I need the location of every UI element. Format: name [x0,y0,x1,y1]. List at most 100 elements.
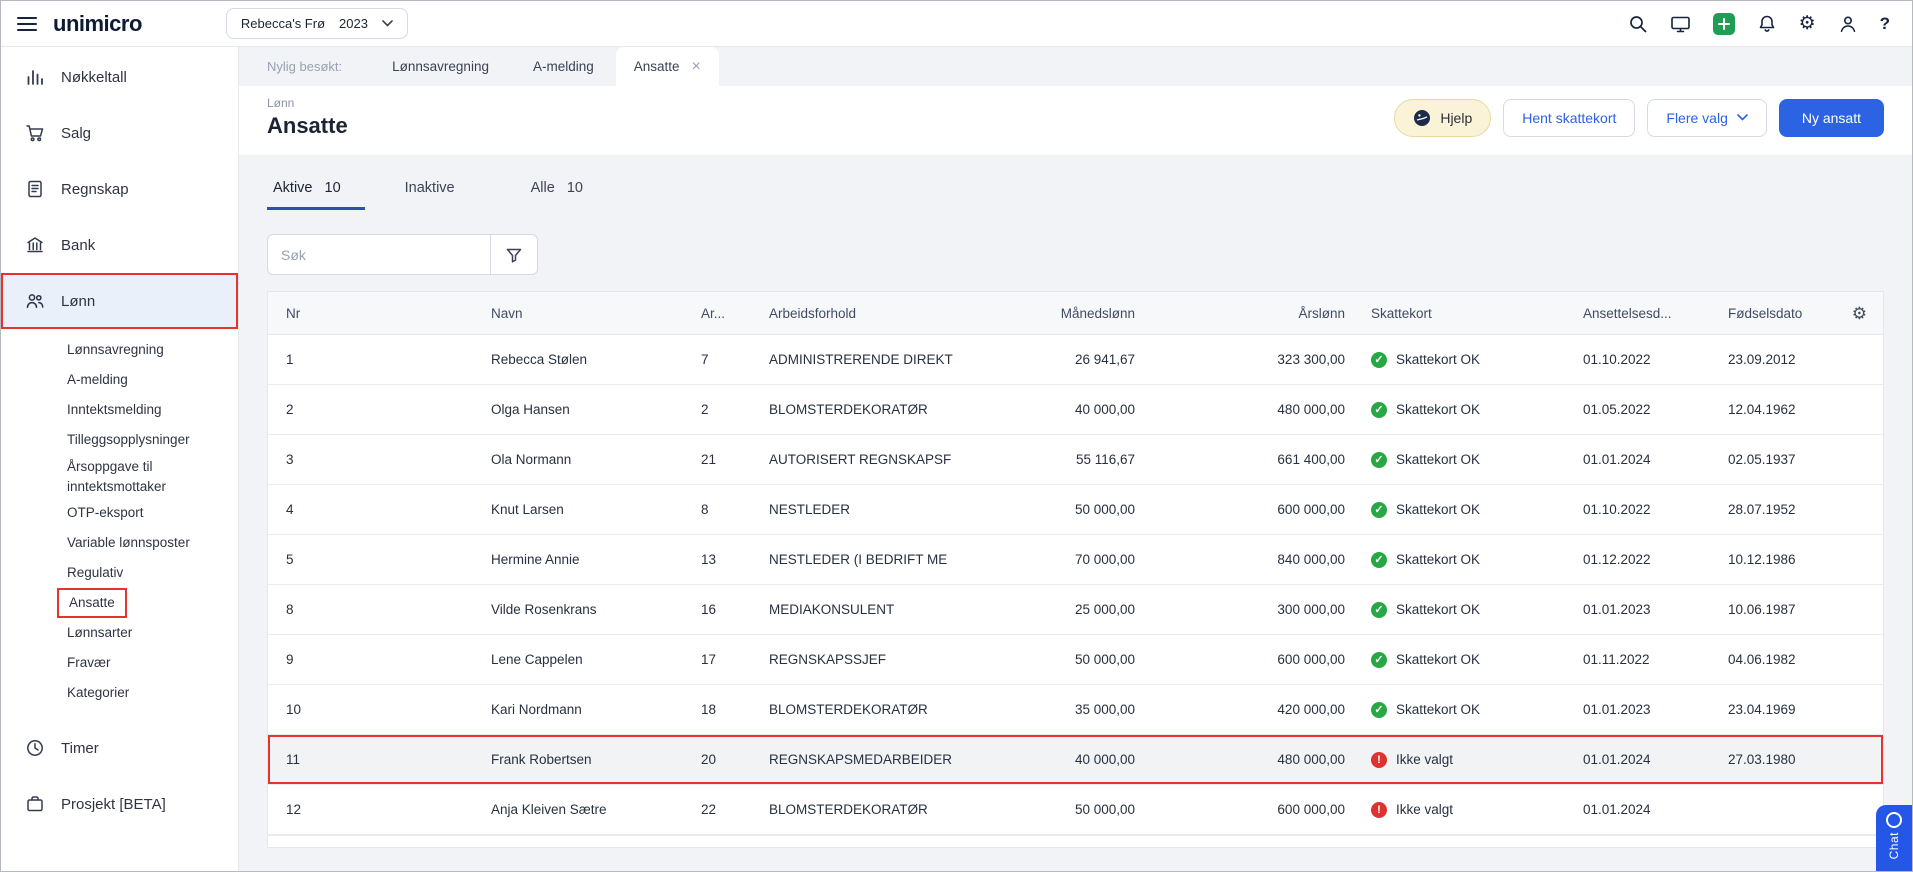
cell-skattekort: ✓ Skattekort OK [1371,651,1583,668]
sidebar-subitem[interactable]: Ansatte [1,588,238,618]
cell-fodselsdato: 28.07.1952 [1728,502,1796,517]
cell-skattekort: ✓ Skattekort OK [1371,351,1583,368]
sidebar-subitem-label: Ansatte [57,588,127,618]
cell-skattekort: ✓ Skattekort OK [1371,701,1583,718]
column-header[interactable]: Månedslønn [1001,306,1161,321]
sidebar-subitem[interactable]: Regulativ [1,558,238,588]
sidebar-subitem[interactable]: Kategorier [1,678,238,708]
sidebar-subitem[interactable]: OTP-eksport [1,498,238,528]
funnel-icon [506,248,522,263]
cell-skattekort: ! Ikke valgt [1371,751,1583,768]
column-header[interactable]: Navn [491,306,701,321]
sidebar-item-bank[interactable]: Bank [1,217,238,273]
cell-manedslonn: 40 000,00 [1074,402,1135,417]
filter-button[interactable] [491,234,538,275]
column-header[interactable]: Fødselsdato [1728,306,1850,321]
filter-tab-alle[interactable]: Alle 10 [525,172,607,210]
ny-ansatt-button[interactable]: Ny ansatt [1778,98,1884,137]
cell-nr: 3 [286,452,294,467]
recent-label: Nylig besøkt: [267,59,343,74]
sidebar-subitem[interactable]: Lønnsarter [1,618,238,648]
people-icon [26,294,44,308]
column-header[interactable]: Nr [286,306,491,321]
table-row[interactable]: 11 Frank Robertsen 20 REGNSKAPSMEDARBEID… [268,735,1883,785]
sidebar-item-prosjekt[interactable]: Prosjekt [BETA] [1,776,238,832]
sidebar-subitem-label: Regulativ [67,565,124,581]
sidebar-subitem[interactable]: Inntektsmelding [1,395,238,425]
cell-arbeidsforhold: BLOMSTERDEKORATØR [769,702,928,717]
table-row[interactable]: 8 Vilde Rosenkrans 16 MEDIAKONSULENT 25 … [268,585,1883,635]
sidebar-item-salg[interactable]: Salg [1,105,238,161]
cell-nr: 8 [286,602,294,617]
table-row[interactable]: 9 Lene Cappelen 17 REGNSKAPSSJEF 50 000,… [268,635,1883,685]
column-header[interactable]: Ar... [701,306,769,321]
sidebar-subitem[interactable]: A-melding [1,365,238,395]
sidebar-subitem[interactable]: Fravær [1,648,238,678]
sidebar-subitem[interactable]: Tilleggsopplysninger [1,425,238,455]
column-header[interactable]: Ansettelsesd... [1583,306,1728,321]
sidebar-item-lonn[interactable]: Lønn [1,273,238,329]
sidebar-subitem[interactable]: Variable lønnsposter [1,528,238,558]
tab-lonnsavregning[interactable]: Lønnsavregning [370,47,511,86]
gear-icon[interactable]: ⚙ [1852,305,1867,322]
cell-manedslonn: 26 941,67 [1074,352,1135,367]
settings-gear-icon[interactable]: ⚙ [1799,14,1816,33]
cell-ansettelsesdato: 01.01.2024 [1583,452,1651,467]
table-row[interactable]: 10 Kari Nordmann 18 BLOMSTERDEKORATØR 35… [268,685,1883,735]
table-row[interactable]: 4 Knut Larsen 8 NESTLEDER 50 000,00 600 … [268,485,1883,535]
cell-nr: 4 [286,502,294,517]
table-row[interactable]: 2 Olga Hansen 2 BLOMSTERDEKORATØR 40 000… [268,385,1883,435]
user-profile-icon[interactable] [1838,14,1858,34]
cell-skattekort: ✓ Skattekort OK [1371,451,1583,468]
table-row[interactable]: 3 Ola Normann 21 AUTORISERT REGNSKAPSF 5… [268,435,1883,485]
table-scrollbar-track[interactable] [268,835,1883,847]
bank-icon [27,237,43,253]
cell-fodselsdato: 27.03.1980 [1728,752,1796,767]
company-selector[interactable]: Rebecca's Frø 2023 [225,8,408,39]
search-icon[interactable] [1628,14,1648,34]
hamburger-menu-icon[interactable] [17,16,37,32]
table-row[interactable]: 1 Rebecca Stølen 7 ADMINISTRERENDE DIREK… [268,335,1883,385]
sidebar-item-label: Regnskap [61,180,129,198]
tab-close-icon[interactable]: × [692,58,701,76]
screen-share-icon[interactable] [1670,14,1691,34]
cell-ansettelsesdato: 01.10.2022 [1583,502,1651,517]
cell-manedslonn: 50 000,00 [1074,802,1135,817]
status-label: Skattekort OK [1396,452,1481,467]
company-name: Rebecca's Frø [240,16,326,31]
sidebar-item-timer[interactable]: Timer [1,720,238,776]
chat-widget-button[interactable]: Chat [1876,805,1912,871]
column-header[interactable]: Skattekort [1371,306,1583,321]
sidebar-subitem[interactable]: Lønnsavregning [1,335,238,365]
flere-valg-button[interactable]: Flere valg [1647,98,1767,137]
help-button[interactable]: Hjelp [1394,98,1492,137]
cell-arslonn: 480 000,00 [1277,402,1345,417]
cell-fodselsdato: 23.09.2012 [1728,352,1796,367]
sidebar-subitem[interactable]: Årsoppgave til inntektsmottaker [1,455,238,498]
table-row[interactable]: 5 Hermine Annie 13 NESTLEDER (I BEDRIFT … [268,535,1883,585]
cell-arbeidsforhold: NESTLEDER (I BEDRIFT ME [769,552,948,567]
help-icon[interactable]: ? [1880,14,1890,34]
search-input[interactable] [267,234,491,275]
cell-navn: Frank Robertsen [491,752,592,767]
tab-a-melding[interactable]: A-melding [511,47,616,86]
table-row[interactable]: 12 Anja Kleiven Sætre 22 BLOMSTERDEKORAT… [268,785,1883,835]
status-label: Skattekort OK [1396,402,1481,417]
sidebar-item-nokkeltall[interactable]: Nøkkeltall [1,49,238,105]
table-body: 1 Rebecca Stølen 7 ADMINISTRERENDE DIREK… [268,335,1883,835]
column-header[interactable]: Arbeidsforhold [769,306,1001,321]
tab-ansatte[interactable]: Ansatte × [615,47,719,86]
chat-label: Chat [1887,832,1901,860]
hent-skattekort-button[interactable]: Hent skattekort [1503,98,1636,137]
notifications-bell-icon[interactable] [1757,14,1777,34]
filter-tabs: Aktive 10 Inaktive Alle 10 [239,156,1912,210]
cell-nr: 11 [286,752,301,767]
clock-icon [27,740,43,757]
cell-ansettelsesdato: 01.01.2023 [1583,602,1651,617]
filter-tab-inaktive[interactable]: Inaktive [399,172,491,210]
add-new-icon[interactable] [1712,12,1735,35]
sidebar-item-regnskap[interactable]: Regnskap [1,161,238,217]
cell-arbeidsforhold-nr: 22 [701,802,717,817]
column-header[interactable]: Årslønn [1161,306,1371,321]
filter-tab-aktive[interactable]: Aktive 10 [267,172,365,210]
